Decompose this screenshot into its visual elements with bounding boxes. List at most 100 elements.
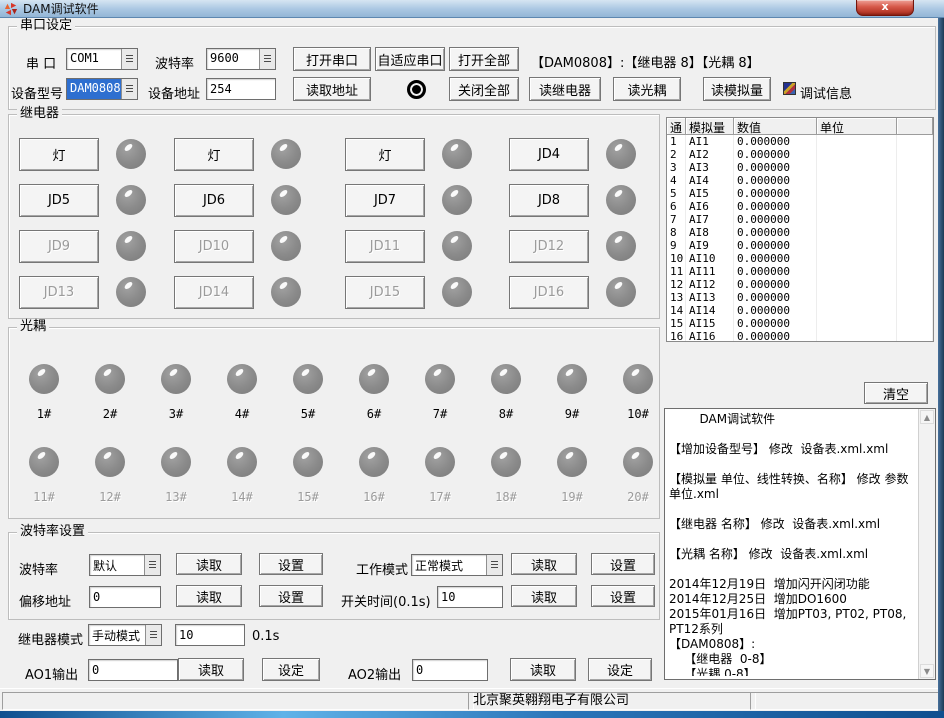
relay-button-2[interactable]: 灯 <box>174 138 254 171</box>
work-mode-set-button[interactable]: 设置 <box>591 553 655 575</box>
opto-lamp-icon-10 <box>623 364 653 394</box>
table-row[interactable]: 2AI20.000000 <box>667 148 933 161</box>
close-button[interactable]: x <box>856 0 914 16</box>
table-row[interactable]: 12AI120.000000 <box>667 278 933 291</box>
relay-lamp-icon-7 <box>442 185 472 215</box>
table-row[interactable]: 4AI40.000000 <box>667 174 933 187</box>
cell-empty <box>897 239 933 252</box>
table-row[interactable]: 15AI150.000000 <box>667 317 933 330</box>
table-row[interactable]: 16AI160.000000 <box>667 330 933 342</box>
baud-setting-combo-value: 默认 <box>90 555 144 575</box>
close-all-button[interactable]: 关闭全部 <box>449 77 519 101</box>
table-row[interactable]: 8AI80.000000 <box>667 226 933 239</box>
clear-log-button[interactable]: 清空 <box>864 382 928 404</box>
baud-setting-combo[interactable]: 默认 <box>89 554 161 576</box>
open-all-button[interactable]: 打开全部 <box>449 47 519 71</box>
baud-setting-label: 波特率 <box>19 559 58 578</box>
table-row[interactable]: 5AI50.000000 <box>667 187 933 200</box>
relay-button-15[interactable]: JD15 <box>345 276 425 309</box>
relay-button-8[interactable]: JD8 <box>509 184 589 217</box>
opto-item: 1# <box>11 364 77 421</box>
combo-dropdown-icon[interactable] <box>145 625 161 645</box>
ao2-read-button[interactable]: 读取 <box>510 658 576 681</box>
cell-unit <box>817 161 897 174</box>
log-scrollbar[interactable]: ▲ ▼ <box>918 409 935 679</box>
ao1-set-button[interactable]: 设定 <box>262 658 320 681</box>
scroll-up-icon[interactable]: ▲ <box>920 410 934 424</box>
combo-dropdown-icon[interactable] <box>121 49 137 69</box>
device-address-input[interactable]: 254 <box>206 78 276 100</box>
ao2-input[interactable]: 0 <box>412 659 488 681</box>
relay-button-10[interactable]: JD10 <box>174 230 254 263</box>
table-row[interactable]: 14AI140.000000 <box>667 304 933 317</box>
table-row[interactable]: 6AI60.000000 <box>667 200 933 213</box>
ao1-input[interactable]: 0 <box>88 659 178 681</box>
col-header-analog[interactable]: 模拟量 <box>686 118 734 135</box>
table-row[interactable]: 9AI90.000000 <box>667 239 933 252</box>
table-row[interactable]: 13AI130.000000 <box>667 291 933 304</box>
cell-value: 0.000000 <box>734 265 817 278</box>
baudrate-combo[interactable]: 9600 <box>206 48 276 70</box>
cell-unit <box>817 213 897 226</box>
relay-button-11[interactable]: JD11 <box>345 230 425 263</box>
model-combo[interactable]: DAM0808 <box>66 78 138 100</box>
offset-read-button[interactable]: 读取 <box>176 585 242 607</box>
table-row[interactable]: 10AI100.000000 <box>667 252 933 265</box>
relay-lamp-icon-3 <box>442 139 472 169</box>
baud-group-title: 波特率设置 <box>17 524 88 540</box>
port-combo[interactable]: COM1 <box>66 48 138 70</box>
opto-label: 4# <box>235 407 249 421</box>
relay-button-6[interactable]: JD6 <box>174 184 254 217</box>
switch-time-set-button[interactable]: 设置 <box>591 585 655 607</box>
cell-empty <box>897 304 933 317</box>
combo-dropdown-icon[interactable] <box>144 555 160 575</box>
relay-button-4[interactable]: JD4 <box>509 138 589 171</box>
debug-log-panel[interactable]: DAM调试软件 【增加设备型号】 修改 设备表.xml.xml 【模拟量 单位、… <box>664 408 936 680</box>
relay-cell: JD7 <box>345 177 509 223</box>
table-row[interactable]: 11AI110.000000 <box>667 265 933 278</box>
table-row[interactable]: 3AI30.000000 <box>667 161 933 174</box>
baud-read-button[interactable]: 读取 <box>176 553 242 575</box>
title-bar[interactable]: DAM调试软件 <box>0 0 944 18</box>
work-mode-combo[interactable]: 正常模式 <box>411 554 503 576</box>
relay-mode-combo[interactable]: 手动模式 <box>88 624 162 646</box>
col-header-empty[interactable] <box>897 118 933 135</box>
table-row[interactable]: 1AI10.000000 <box>667 135 933 148</box>
work-mode-read-button[interactable]: 读取 <box>511 553 577 575</box>
switch-time-input[interactable]: 10 <box>437 586 503 608</box>
offset-address-input[interactable]: 0 <box>89 586 161 608</box>
cell-name: AI7 <box>686 213 734 226</box>
relay-button-14[interactable]: JD14 <box>174 276 254 309</box>
combo-dropdown-icon[interactable] <box>259 49 275 69</box>
ao1-read-button[interactable]: 读取 <box>178 658 244 681</box>
relay-button-1[interactable]: 灯 <box>19 138 99 171</box>
open-port-button[interactable]: 打开串口 <box>293 47 371 71</box>
scroll-down-icon[interactable]: ▼ <box>920 664 934 678</box>
opto-label: 15# <box>297 490 319 504</box>
baud-set-button[interactable]: 设置 <box>259 553 323 575</box>
combo-dropdown-icon[interactable] <box>121 79 137 99</box>
relay-button-3[interactable]: 灯 <box>345 138 425 171</box>
read-address-button[interactable]: 读取地址 <box>293 77 371 101</box>
col-header-value[interactable]: 数值 <box>734 118 817 135</box>
relay-button-12[interactable]: JD12 <box>509 230 589 263</box>
relay-button-9[interactable]: JD9 <box>19 230 99 263</box>
switch-time-read-button[interactable]: 读取 <box>511 585 577 607</box>
relay-button-7[interactable]: JD7 <box>345 184 425 217</box>
read-analog-button[interactable]: 读模拟量 <box>703 77 771 101</box>
table-row[interactable]: 7AI70.000000 <box>667 213 933 226</box>
offset-set-button[interactable]: 设置 <box>259 585 323 607</box>
relay-time-input[interactable]: 10 <box>175 624 245 646</box>
serial-group: 串口设定 串 口 COM1 波特率 9600 打开串口 自适应串口 打开全部 【… <box>8 26 936 110</box>
relay-button-16[interactable]: JD16 <box>509 276 589 309</box>
debug-info-checkbox-icon[interactable] <box>783 82 796 95</box>
relay-button-5[interactable]: JD5 <box>19 184 99 217</box>
combo-dropdown-icon[interactable] <box>486 555 502 575</box>
col-header-channel[interactable]: 通 <box>667 118 686 135</box>
ao2-set-button[interactable]: 设定 <box>588 658 652 681</box>
auto-port-button[interactable]: 自适应串口 <box>375 47 445 71</box>
read-relay-button[interactable]: 读继电器 <box>529 77 601 101</box>
col-header-unit[interactable]: 单位 <box>817 118 897 135</box>
read-opto-button[interactable]: 读光耦 <box>613 77 681 101</box>
relay-button-13[interactable]: JD13 <box>19 276 99 309</box>
